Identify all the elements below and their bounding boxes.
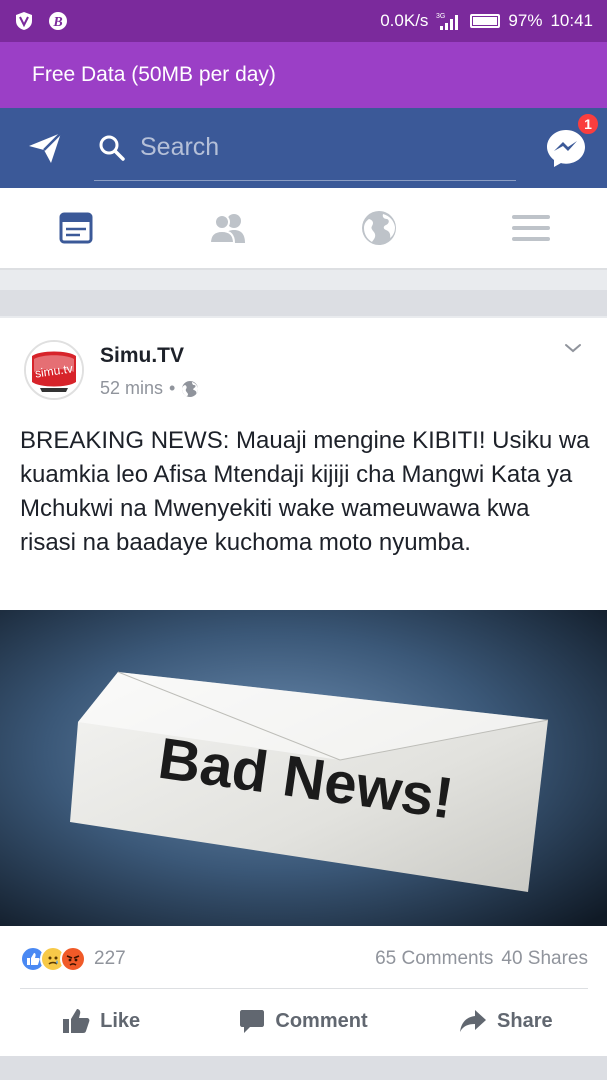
comment-button[interactable]: Comment xyxy=(202,998,404,1044)
page-avatar[interactable]: simu.tv xyxy=(24,340,84,400)
simu-tv-logo-icon: simu.tv xyxy=(26,342,82,398)
thumbs-up-icon xyxy=(63,1009,90,1033)
post-meta: 52 mins • xyxy=(100,378,199,399)
reactions-count: 227 xyxy=(94,948,126,969)
messenger-button[interactable]: 1 xyxy=(544,112,600,170)
post-image[interactable]: Bad News! xyxy=(0,610,607,926)
hamburger-menu-icon xyxy=(512,215,551,241)
like-button[interactable]: Like xyxy=(0,998,202,1044)
messenger-badge: 1 xyxy=(576,112,600,136)
actions-divider xyxy=(20,988,588,989)
globe-icon xyxy=(362,211,397,245)
angry-reaction-icon xyxy=(60,946,86,972)
feed-spacer xyxy=(0,290,607,316)
search-placeholder: Search xyxy=(140,133,220,161)
public-globe-icon xyxy=(182,380,199,397)
reactions-summary[interactable]: 227 xyxy=(20,946,126,972)
share-arrow-icon xyxy=(460,1010,487,1032)
battery-level: 97% xyxy=(508,11,543,30)
bad-news-envelope-image: Bad News! xyxy=(0,610,607,926)
share-button[interactable]: Share xyxy=(405,998,607,1044)
news-feed-icon xyxy=(59,212,93,244)
tab-bar xyxy=(0,188,607,270)
tab-news-feed[interactable] xyxy=(0,188,152,268)
shares-count[interactable]: 40 Shares xyxy=(501,948,588,970)
status-bar: B 0.0K/s 3G 97% 10:41 xyxy=(0,0,607,42)
b-circle-icon: B xyxy=(48,11,68,31)
post-text: BREAKING NEWS: Mauaji mengine KIBITI! Us… xyxy=(20,427,590,556)
post-stats: 227 65 Comments 40 Shares xyxy=(20,940,588,978)
comment-label: Comment xyxy=(275,1009,368,1032)
battery-icon xyxy=(470,14,501,28)
network-type: 3G xyxy=(436,13,445,20)
post-card: simu.tv Simu.TV 52 mins • BREAKING NEWS:… xyxy=(0,318,607,1056)
free-data-banner[interactable]: Free Data (50MB per day) xyxy=(0,42,607,108)
chevron-down-icon[interactable] xyxy=(563,338,583,358)
network-speed: 0.0K/s xyxy=(380,11,429,30)
post-actions: Like Comment Share xyxy=(0,998,607,1044)
share-label: Share xyxy=(497,1009,553,1032)
send-icon[interactable] xyxy=(22,125,68,171)
free-data-text: Free Data (50MB per day) xyxy=(32,63,276,86)
top-bar: Search 1 xyxy=(0,108,607,188)
svg-text:B: B xyxy=(52,15,62,30)
friends-icon xyxy=(208,214,245,244)
shield-v-icon xyxy=(14,11,34,31)
page-name[interactable]: Simu.TV xyxy=(100,344,184,368)
signal-icon: 3G xyxy=(436,11,462,31)
like-label: Like xyxy=(100,1009,141,1032)
clock: 10:41 xyxy=(550,11,593,30)
tab-notifications[interactable] xyxy=(304,188,456,268)
engagement-counts: 65 Comments 40 Shares xyxy=(375,948,588,970)
comments-count[interactable]: 65 Comments xyxy=(375,948,493,970)
feed-bottom-spacer xyxy=(0,1056,607,1080)
post-time[interactable]: 52 mins xyxy=(100,378,163,399)
tab-menu[interactable] xyxy=(455,188,607,268)
search-icon xyxy=(99,135,125,161)
post-header: simu.tv Simu.TV 52 mins • xyxy=(0,318,607,406)
tab-friends[interactable] xyxy=(152,188,304,268)
meta-separator: • xyxy=(169,378,176,398)
comment-icon xyxy=(240,1010,265,1033)
search-input[interactable]: Search xyxy=(94,115,516,181)
